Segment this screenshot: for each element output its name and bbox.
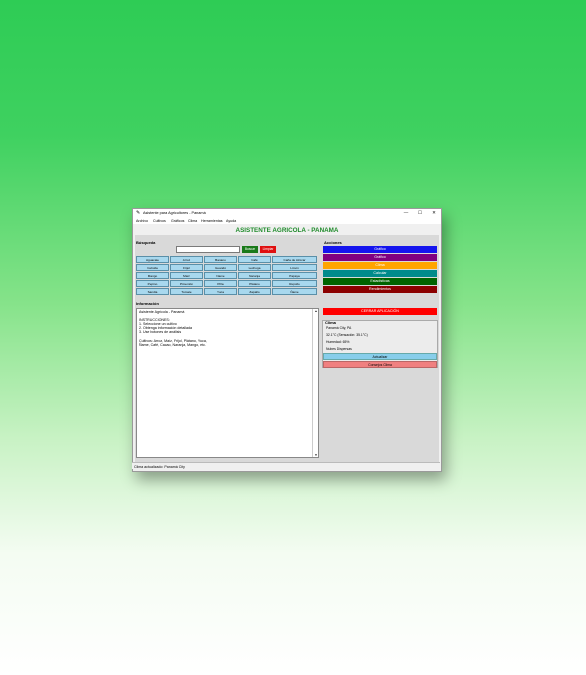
- crop-button[interactable]: Tomate: [170, 288, 203, 295]
- crop-button[interactable]: Mango: [136, 272, 169, 279]
- crop-button[interactable]: Ñame: [272, 288, 317, 295]
- title-bar: ✎ Asistente para Agricultores - Panamá —…: [133, 209, 441, 217]
- minimize-button[interactable]: —: [401, 210, 411, 216]
- crop-button[interactable]: Cebolla: [136, 264, 169, 271]
- crop-button[interactable]: Piña: [204, 280, 237, 287]
- crop-button[interactable]: Maíz: [170, 272, 203, 279]
- clima-label: Clima: [325, 320, 336, 325]
- limpiar-button[interactable]: Limpiar: [260, 246, 276, 253]
- crop-button[interactable]: Sandía: [136, 288, 169, 295]
- action-button[interactable]: Gráfico: [323, 254, 437, 261]
- crop-button[interactable]: Pimentón: [170, 280, 203, 287]
- crop-button[interactable]: Papaya: [272, 272, 317, 279]
- menu-graficos[interactable]: Gráficos: [171, 219, 184, 223]
- busqueda-label: Búsqueda: [136, 240, 156, 245]
- feather-icon: ✎: [136, 209, 141, 216]
- cerrar-aplicacion-button[interactable]: CERRAR APLICACIÓN: [323, 308, 437, 315]
- crop-button[interactable]: Arroz: [170, 256, 203, 263]
- crop-button[interactable]: Yuca: [204, 288, 237, 295]
- crop-button[interactable]: Pepino: [136, 280, 169, 287]
- action-button[interactable]: Rendimientos: [323, 286, 437, 293]
- crop-button[interactable]: Caña de Azúcar: [272, 256, 317, 263]
- crop-button[interactable]: Café: [238, 256, 271, 263]
- consejos-clima-button[interactable]: Consejos Clima: [323, 361, 437, 368]
- status-bar: Clima actualizado: Panamá City: [132, 462, 440, 469]
- action-button[interactable]: Gráfico: [323, 246, 437, 253]
- menu-cultivos[interactable]: Cultivos: [153, 219, 166, 223]
- close-button[interactable]: ✕: [429, 210, 439, 216]
- info-scrollbar[interactable]: ▲ ▼: [312, 309, 319, 457]
- crop-button[interactable]: Frijol: [170, 264, 203, 271]
- crop-button[interactable]: Aguacate: [136, 256, 169, 263]
- search-input[interactable]: [176, 246, 240, 253]
- status-text: Clima actualizado: Panamá City: [134, 464, 185, 469]
- crop-button[interactable]: Plátano: [238, 280, 271, 287]
- clima-humidity: Humedad: 65%: [326, 340, 350, 344]
- menu-clima[interactable]: Clima: [188, 219, 197, 223]
- clima-temperature: 32.1°C (Sensación: 35.1°C): [326, 333, 368, 337]
- acciones-label: Acciones: [324, 240, 342, 245]
- clima-condition: Nubes Dispersas: [326, 347, 352, 351]
- info-line: Ñame, Café, Cacao, Naranja, Mango, etc.: [139, 343, 206, 347]
- info-textbox[interactable]: Asistente Agrícola - Panamá INSTRUCCIONE…: [136, 308, 319, 458]
- maximize-button[interactable]: ☐: [415, 210, 425, 216]
- crop-button[interactable]: Lechuga: [238, 264, 271, 271]
- menu-ayuda[interactable]: Ayuda: [226, 219, 236, 223]
- menu-herramientas[interactable]: Herramientas: [201, 219, 223, 223]
- crop-button[interactable]: Banano: [204, 256, 237, 263]
- window-title: Asistente para Agricultores - Panamá: [143, 211, 206, 215]
- informacion-label: Información: [136, 301, 159, 306]
- crop-button[interactable]: Repollo: [272, 280, 317, 287]
- buscar-button[interactable]: Buscar: [242, 246, 258, 253]
- crop-button[interactable]: Name: [204, 272, 237, 279]
- info-line: Asistente Agrícola - Panamá: [139, 310, 185, 314]
- clima-location: Panamá City, PA: [326, 326, 352, 330]
- crop-button[interactable]: Limón: [272, 264, 317, 271]
- menu-bar: Archivo Cultivos Gráficos Clima Herramie…: [133, 217, 441, 224]
- crop-button[interactable]: Zapallo: [238, 288, 271, 295]
- actualizar-button[interactable]: Actualizar: [323, 353, 437, 360]
- action-button[interactable]: Calcular: [323, 270, 437, 277]
- info-line: 3. Use botones de análisis: [139, 330, 182, 334]
- crop-button[interactable]: Naranja: [238, 272, 271, 279]
- scroll-up-icon[interactable]: ▲: [313, 309, 319, 313]
- menu-archivo[interactable]: Archivo: [136, 219, 148, 223]
- action-button[interactable]: Clima: [323, 262, 437, 269]
- action-button[interactable]: Estadísticas: [323, 278, 437, 285]
- app-title: ASISTENTE AGRICOLA - PANAMA: [235, 227, 339, 234]
- crop-button[interactable]: Guandú: [204, 264, 237, 271]
- scroll-down-icon[interactable]: ▼: [313, 453, 319, 457]
